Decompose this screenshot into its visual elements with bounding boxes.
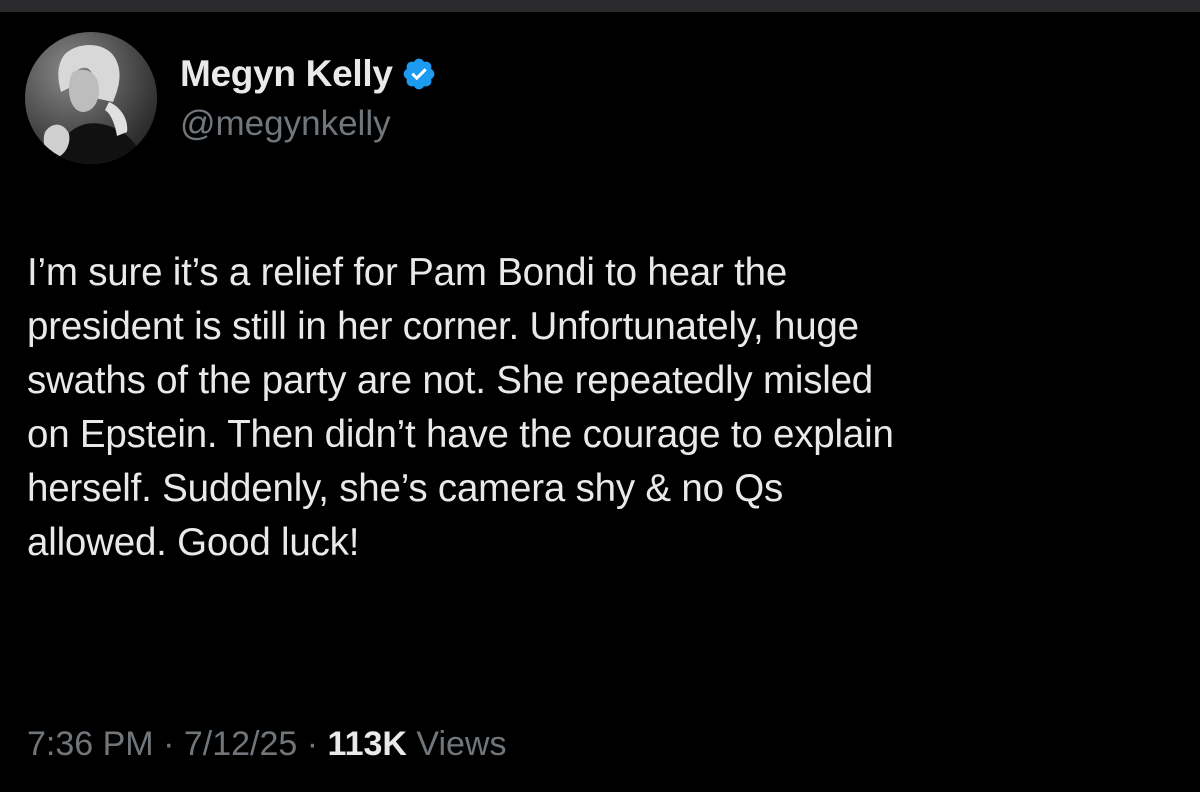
author-block: Megyn Kelly @megynkelly [180, 52, 437, 146]
tweet-time[interactable]: 7:36 PM [27, 725, 154, 763]
tweet-text: I’m sure it’s a relief for Pam Bondi to … [27, 246, 1187, 570]
views-label[interactable]: Views [416, 725, 506, 763]
views-count[interactable]: 113K [328, 725, 407, 763]
tweet-card: Megyn Kelly @megynkelly I’m sure it’s a … [0, 12, 1200, 792]
verified-badge-icon[interactable] [401, 56, 437, 92]
tweet-text-line: president is still in her corner. Unfort… [27, 305, 859, 348]
meta-separator: · [306, 725, 328, 763]
tweet-date[interactable]: 7/12/25 [184, 725, 297, 763]
handle[interactable]: @megynkelly [180, 102, 437, 146]
name-row: Megyn Kelly [180, 52, 437, 96]
avatar-image [25, 32, 157, 164]
tweet-meta: 7:36 PM · 7/12/25 · 113K Views [27, 722, 507, 766]
tweet-text-line: swaths of the party are not. She repeate… [27, 359, 874, 402]
top-strip [0, 0, 1200, 12]
avatar[interactable] [25, 32, 157, 164]
display-name[interactable]: Megyn Kelly [180, 52, 393, 96]
tweet-text-line: on Epstein. Then didn’t have the courage… [27, 413, 894, 456]
tweet-text-line: I’m sure it’s a relief for Pam Bondi to … [27, 251, 788, 294]
tweet-text-line: herself. Suddenly, she’s camera shy & no… [27, 467, 784, 510]
meta-separator: · [163, 725, 184, 763]
tweet-text-line: allowed. Good luck! [27, 521, 360, 564]
